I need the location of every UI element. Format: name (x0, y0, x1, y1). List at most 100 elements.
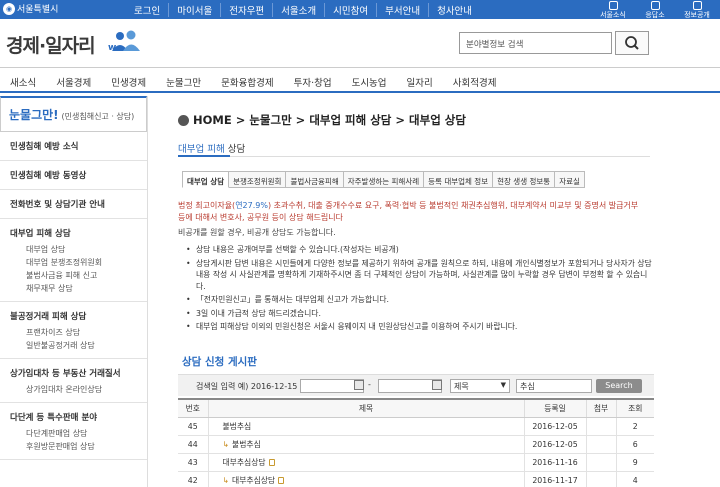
top-menu-participation[interactable]: 시민참여 (324, 3, 376, 17)
calendar-icon[interactable] (432, 380, 442, 390)
top-menu-myseoul[interactable]: 마이서울 (168, 3, 220, 17)
search-icon (625, 36, 639, 50)
main-nav: 새소식 서울경제 민생경제 눈물그만 문화융합경제 투자·창업 도시농업 일자리… (0, 67, 720, 93)
search-field-select[interactable]: 제목 ▼ (450, 379, 510, 393)
col-views: 조회 (615, 398, 654, 418)
sidebar-item-phone-directory[interactable]: 전화번호 및 상담기관 안내 (0, 190, 147, 219)
table-row[interactable]: 43 대부추심상담 2016-11-16 9 (178, 453, 654, 472)
quick-news[interactable]: 서울소식 (596, 0, 630, 19)
quick-response[interactable]: 응답소 (638, 0, 672, 19)
top-menu-email[interactable]: 전자우편 (220, 3, 272, 17)
sidebar-sub-illegal-finance[interactable]: 불법사금융 피해 신고 (0, 269, 147, 282)
tab-dispute-committee[interactable]: 분쟁조정위원회 (229, 171, 287, 188)
col-number: 번호 (178, 398, 208, 418)
reply-arrow-icon: ↳ (222, 475, 230, 485)
reply-arrow-icon: ↳ (222, 439, 230, 449)
search-input[interactable]: 분야별정보 검색 (459, 32, 612, 54)
sidebar-group-special-sales: 다단계 등 특수판매 분야 다단계판매업 상담 후원방문판매업 상담 (0, 403, 147, 460)
people-logo-icon: w (108, 30, 140, 53)
nav-urban-farming[interactable]: 도시농업 (352, 68, 401, 91)
home-icon (178, 114, 189, 126)
page-title-rest: 상담 (224, 144, 246, 155)
page-title-highlight: 대부업 피해 (178, 144, 225, 155)
post-title-link[interactable]: 불법추심 (207, 417, 524, 436)
sidebar-group-real-estate: 상가임대차 등 부동산 거래질서 상가임대차 온라인상담 (0, 359, 147, 403)
breadcrumb-current: 대부업 상담 (409, 113, 466, 127)
guide-item: 상담게시판 답변 내용은 시민들에게 다양한 정보를 제공하기 위하여 공개를 … (186, 258, 656, 293)
tab-registered-lenders[interactable]: 등록 대부업체 정보 (424, 171, 494, 188)
post-title-link[interactable]: 대부추심상담 (207, 453, 524, 472)
search-filter: 검색일 입력 예) 2016-12-15 - 제목 ▼ 추심 Search (178, 374, 654, 396)
sidebar-item-prevention-news[interactable]: 민생침해 예방 소식 (0, 132, 147, 161)
breadcrumb-loan-damage[interactable]: 대부업 피해 상담 (309, 112, 391, 128)
post-title-link[interactable]: ↳ 대부추심상담 (207, 471, 524, 487)
sidebar-sub-door-to-door[interactable]: 후원방문판매업 상담 (0, 440, 147, 453)
response-icon (650, 1, 660, 10)
sidebar-sub-franchise[interactable]: 프랜차이즈 상담 (0, 326, 147, 339)
keyword-input[interactable]: 추심 (516, 379, 592, 393)
breadcrumb-no-more-tears[interactable]: 눈물그만 (249, 112, 291, 128)
nav-no-more-tears[interactable]: 눈물그만 (166, 68, 215, 91)
sidebar-header: 눈물그만! (민생침해신고 · 상담) (0, 96, 147, 132)
table-row[interactable]: 45 불법추심 2016-12-05 2 (178, 417, 654, 436)
consult-board-table: 번호 제목 등록일 첨부 조회 45 불법추심 2016-12-05 2 44 … (178, 398, 654, 487)
seoul-seal-icon: ◉ (3, 2, 15, 15)
breadcrumb: HOME > 눈물그만 > 대부업 피해 상담 > 대부업 상담 (178, 112, 466, 128)
nav-investment[interactable]: 투자·창업 (294, 68, 346, 91)
sidebar: 눈물그만! (민생침해신고 · 상담) 민생침해 예방 소식 민생침해 예방 동… (0, 96, 148, 487)
table-row[interactable]: 42 ↳ 대부추심상담 2016-11-17 4 (178, 471, 654, 487)
sidebar-sub-debt-consult[interactable]: 채무재무 상담 (0, 282, 147, 295)
calendar-icon[interactable] (354, 380, 364, 390)
quick-disclosure[interactable]: 정보공개 (680, 0, 714, 19)
sidebar-group-loan: 대부업 피해 상담 대부업 상담 대부업 분쟁조정위원회 불법사금융 피해 신고… (0, 219, 147, 302)
search-button[interactable] (615, 31, 649, 55)
guide-item: 3일 이내 가급적 상담 해드리겠습니다. (186, 308, 656, 320)
top-menu-about[interactable]: 서울소개 (272, 3, 324, 17)
sidebar-sub-dispute-committee[interactable]: 대부업 분쟁조정위원회 (0, 256, 147, 269)
nav-livelihood[interactable]: 민생경제 (111, 68, 160, 91)
breadcrumb-sep: > (295, 113, 306, 127)
tab-field-info[interactable]: 현장 생생 정보통 (493, 171, 556, 188)
sidebar-header-title: 눈물그만! (9, 108, 59, 122)
board-search-button[interactable]: Search (596, 379, 642, 393)
top-menu-departments[interactable]: 부서안내 (376, 3, 428, 17)
date-separator: - (368, 380, 371, 389)
col-attach: 첨부 (585, 398, 616, 418)
tab-illegal-finance[interactable]: 불법사금융피해 (286, 171, 344, 188)
sidebar-item-real-estate[interactable]: 상가임대차 등 부동산 거래질서 (0, 359, 147, 383)
sidebar-sub-loan-consult[interactable]: 대부업 상담 (0, 243, 147, 256)
table-row[interactable]: 44 ↳ 불법추심 2016-12-05 6 (178, 435, 654, 454)
guide-item: 대부업 피해상담 이외의 민원신청은 서울시 응뭬이지 내 민원상담신고를 이용… (186, 321, 656, 333)
sidebar-sub-general-unfair[interactable]: 일반불공정거래 상담 (0, 339, 147, 352)
guide-list: 상담 내용은 공개여부를 선택할 수 있습니다.(작성자는 비공개) 상담게시판… (186, 244, 656, 335)
news-icon (608, 1, 618, 10)
top-menu: 로그인 마이서울 전자우편 서울소개 시민참여 부서안내 청사안내 (126, 3, 480, 17)
top-menu-login[interactable]: 로그인 (126, 3, 168, 17)
tab-common-cases[interactable]: 자주발생하는 피해사례 (343, 171, 425, 188)
sidebar-sub-lease-online[interactable]: 상가임대차 온라인상담 (0, 383, 147, 396)
interest-rate: 연27.9% (235, 201, 268, 210)
sidebar-item-special-sales[interactable]: 다단계 등 특수판매 분야 (0, 403, 147, 427)
sidebar-item-unfair-trade[interactable]: 불공정거래 피해 상담 (0, 302, 147, 326)
sidebar-item-loan-consult[interactable]: 대부업 피해 상담 (0, 219, 147, 243)
page-title: 대부업 피해 상담 (178, 141, 650, 157)
post-title-link[interactable]: ↳ 불법추심 (207, 435, 524, 454)
nav-seoul-economy[interactable]: 서울경제 (56, 68, 105, 91)
sidebar-item-prevention-video[interactable]: 민생침해 예방 동영상 (0, 161, 147, 190)
seoul-logo[interactable]: ◉ 서울특별시 (3, 2, 58, 15)
sidebar-group-unfair-trade: 불공정거래 피해 상담 프랜차이즈 상담 일반불공정거래 상담 (0, 302, 147, 359)
chevron-down-icon: ▼ (500, 381, 506, 389)
consult-notice: 법정 최고이자율(연27.9%) 초과수취, 대출 중개수수료 요구, 폭력·협… (178, 201, 639, 222)
svg-text:w: w (108, 43, 116, 53)
top-menu-cityhall[interactable]: 청사안내 (428, 3, 480, 17)
nav-culture-economy[interactable]: 문화융합경제 (221, 68, 287, 91)
nav-news[interactable]: 새소식 (10, 68, 50, 91)
sidebar-sub-multilevel[interactable]: 다단계판매업 상담 (0, 427, 147, 440)
tab-resources[interactable]: 자료실 (555, 171, 585, 188)
nav-social-economy[interactable]: 사회적경제 (453, 68, 511, 91)
site-title[interactable]: 경제·일자리 (6, 31, 96, 58)
nav-jobs[interactable]: 일자리 (407, 68, 447, 91)
tab-loan-consult[interactable]: 대부업 상담 (182, 171, 230, 188)
disclosure-icon (692, 1, 702, 10)
breadcrumb-home[interactable]: HOME (193, 113, 232, 127)
